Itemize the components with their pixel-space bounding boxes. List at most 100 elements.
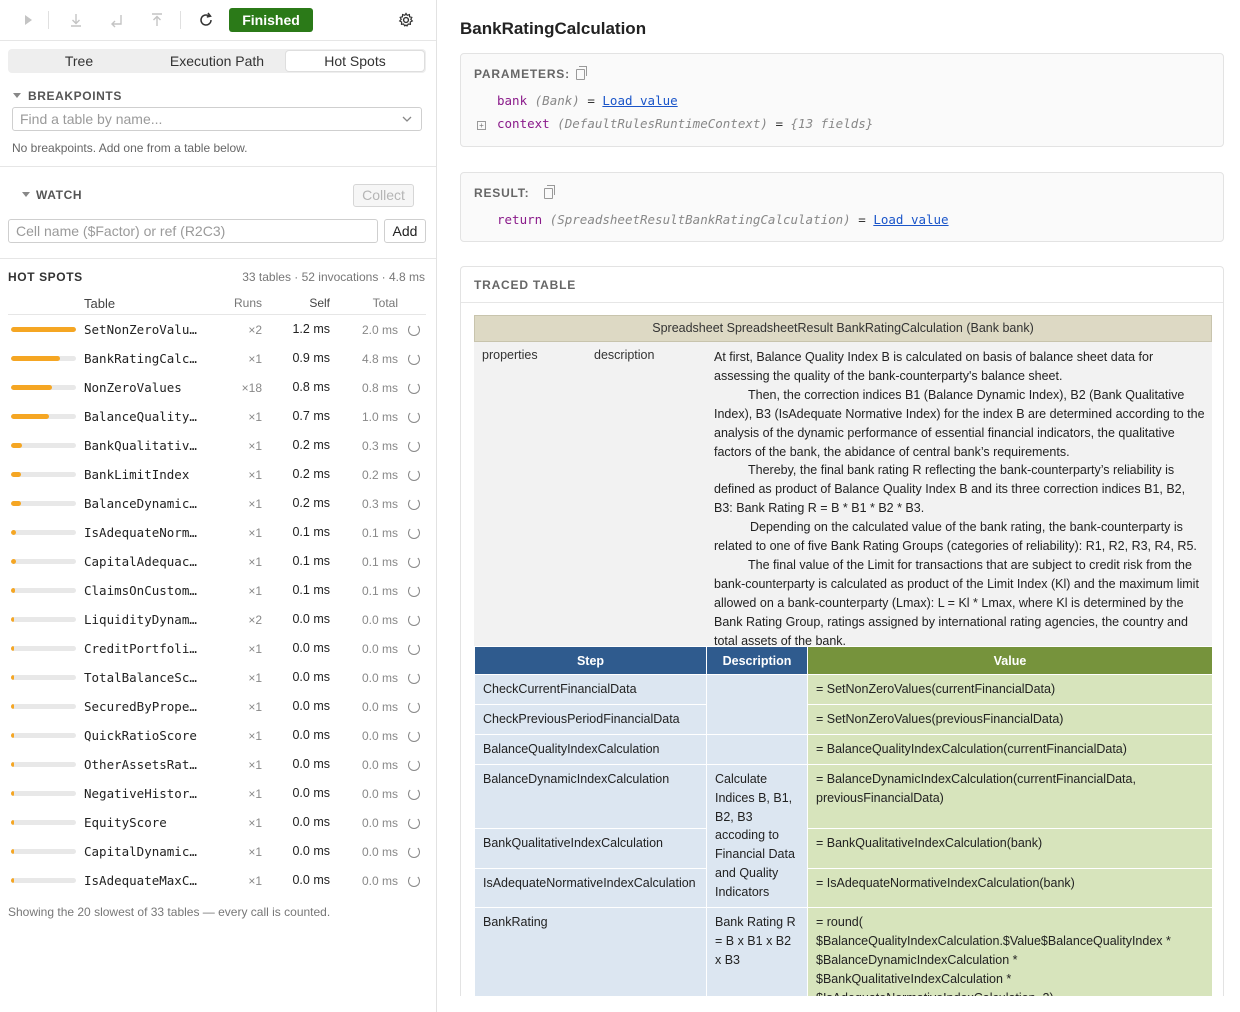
table-row[interactable]: QuickRatioScore ×1 0.0 ms 0.0 ms (0, 721, 436, 750)
rerun-icon[interactable] (408, 498, 420, 510)
value-cell[interactable]: = BalanceDynamicIndexCalculation(current… (807, 763, 1213, 830)
rerun-icon[interactable] (408, 556, 420, 568)
rerun-icon[interactable] (408, 469, 420, 481)
tab-tree[interactable]: Tree (10, 51, 148, 71)
table-name: NegativeHistoryScore (84, 786, 202, 801)
table-row[interactable]: TotalBalanceScore ×1 0.0 ms 0.0 ms (0, 663, 436, 692)
table-row[interactable]: IsAdequateMaxCreditScore ×1 0.0 ms 0.0 ms (0, 866, 436, 895)
watch-input[interactable]: Cell name ($Factor) or ref (R2C3) (8, 219, 378, 243)
steps-table: Step Description Value CheckCurrentFinan… (474, 646, 1213, 996)
table-row[interactable]: NegativeHistoryScore ×1 0.0 ms 0.0 ms (0, 779, 436, 808)
column-header-total[interactable]: Total (346, 296, 398, 310)
self-time: 0.1 ms (292, 583, 330, 597)
step-cell[interactable]: CheckPreviousPeriodFinancialData (474, 703, 707, 735)
collapse-breakpoints-icon[interactable] (13, 93, 21, 98)
rerun-icon[interactable] (408, 382, 420, 394)
table-row[interactable]: NonZeroValues ×18 0.8 ms 0.8 ms (0, 373, 436, 402)
load-value-link[interactable]: Load value (873, 212, 948, 227)
table-name: QuickRatioScore (84, 728, 197, 743)
step-over-icon[interactable] (107, 10, 127, 30)
time-bar-fill (11, 646, 14, 651)
step-cell[interactable]: BankRating (474, 907, 707, 996)
rerun-icon[interactable] (408, 817, 420, 829)
value-cell[interactable]: = IsAdequateNormativeIndexCalculation(ba… (807, 867, 1213, 909)
value-cell[interactable]: = BankQualitativeIndexCalculation(bank) (807, 828, 1213, 869)
load-value-link[interactable]: Load value (602, 93, 677, 108)
breakpoints-empty-text: No breakpoints. Add one from a table bel… (12, 141, 248, 155)
table-row: BalanceDynamicIndexCalculation Calculate… (474, 763, 1213, 909)
rerun-icon[interactable] (408, 324, 420, 336)
collapse-watch-icon[interactable] (22, 192, 30, 197)
rerun-icon[interactable] (408, 411, 420, 423)
run-count: ×1 (248, 671, 262, 685)
rerun-icon[interactable] (408, 701, 420, 713)
restart-icon[interactable] (196, 10, 216, 30)
column-header-table[interactable]: Table (84, 296, 115, 311)
table-row[interactable]: IsAdequateNormativeIndexCalculation ×1 0.1… (0, 518, 436, 547)
table-row[interactable]: CapitalDynamicScore ×1 0.0 ms 0.0 ms (0, 837, 436, 866)
rerun-icon[interactable] (408, 353, 420, 365)
resume-icon[interactable] (18, 10, 38, 30)
rerun-icon[interactable] (408, 585, 420, 597)
rerun-icon[interactable] (408, 527, 420, 539)
value-cell[interactable]: = SetNonZeroValues(previousFinancialData… (807, 703, 1213, 735)
add-watch-button[interactable]: Add (384, 219, 426, 243)
table-row[interactable]: CreditPortfolioScore ×1 0.0 ms 0.0 ms (0, 634, 436, 663)
table-row[interactable]: SetNonZeroValues ×2 1.2 ms 2.0 ms (0, 315, 436, 344)
table-row: BankQualitativeIndexCalculation = BankQu… (474, 828, 1213, 869)
collect-button[interactable]: Collect (353, 184, 414, 207)
value-cell[interactable]: = round( $BalanceQualityIndexCalculation… (807, 907, 1213, 996)
rerun-icon[interactable] (408, 643, 420, 655)
step-into-icon[interactable] (66, 10, 86, 30)
copy-icon[interactable] (576, 66, 587, 80)
description-paragraph: Thereby, the final bank rating R reflect… (714, 463, 1186, 516)
table-row[interactable]: SecuredByPropertyScore ×1 0.0 ms 0.0 ms (0, 692, 436, 721)
rerun-icon[interactable] (408, 672, 420, 684)
step-out-icon[interactable] (147, 10, 167, 30)
table-row[interactable]: CapitalAdequacyScore ×1 0.1 ms 0.1 ms (0, 547, 436, 576)
column-header-self[interactable]: Self (300, 296, 330, 310)
rerun-icon[interactable] (408, 846, 420, 858)
step-cell[interactable]: BalanceQualityIndexCalculation (474, 733, 707, 765)
self-time: 1.2 ms (292, 322, 330, 336)
step-cell[interactable]: BalanceDynamicIndexCalculation (474, 763, 707, 830)
table-row[interactable]: LiquidityDynamicScore ×2 0.0 ms 0.0 ms (0, 605, 436, 634)
time-bar-fill (11, 733, 14, 738)
rerun-icon[interactable] (408, 875, 420, 887)
step-cell[interactable]: IsAdequateNormativeIndexCalculation (474, 867, 707, 909)
breakpoint-search-input[interactable]: Find a table by name... (12, 107, 422, 131)
expand-icon[interactable]: + (477, 121, 486, 130)
table-row[interactable]: EquityScore ×1 0.0 ms 0.0 ms (0, 808, 436, 837)
rerun-icon[interactable] (408, 788, 420, 800)
rerun-icon[interactable] (408, 730, 420, 742)
value-cell[interactable]: = SetNonZeroValues(currentFinancialData) (807, 674, 1213, 705)
value-cell[interactable]: = BalanceQualityIndexCalculation(current… (807, 733, 1213, 765)
total-time: 0.1 ms (361, 526, 398, 540)
table-row[interactable]: BankQualitativeIndexCalculation ×1 0.2 ms 0… (0, 431, 436, 460)
copy-icon[interactable] (544, 185, 555, 199)
description-cell: Calculate Indices B, B1, B2, B3 accoding… (706, 763, 808, 909)
table-row[interactable]: BalanceQualityIndexCalculation ×1 0.7 ms 1.… (0, 402, 436, 431)
table-name: NonZeroValues (84, 380, 182, 395)
rerun-icon[interactable] (408, 440, 420, 452)
step-cell[interactable]: BankQualitativeIndexCalculation (474, 828, 707, 869)
table-name: BalanceDynamicIndexCalculation (84, 496, 202, 511)
self-time: 0.0 ms (292, 699, 330, 713)
param-value: {13 fields} (790, 116, 874, 131)
rerun-icon[interactable] (408, 759, 420, 771)
chevron-down-icon[interactable] (401, 108, 413, 136)
step-cell[interactable]: CheckCurrentFinancialData (474, 674, 707, 705)
gear-icon[interactable] (396, 10, 416, 30)
table-row[interactable]: BankRatingCalculation ×1 0.9 ms 4.8 ms (0, 344, 436, 373)
table-row[interactable]: BankLimitIndex ×1 0.2 ms 0.2 ms (0, 460, 436, 489)
table-row[interactable]: OtherAssetsRatioScore ×1 0.0 ms 0.0 ms (0, 750, 436, 779)
column-header-description: Description (706, 646, 808, 675)
tab-hot-spots[interactable]: Hot Spots (286, 51, 424, 71)
time-bar (11, 356, 76, 361)
tab-execution-path[interactable]: Execution Path (148, 51, 286, 71)
rerun-icon[interactable] (408, 614, 420, 626)
table-name: CreditPortfolioScore (84, 641, 202, 656)
column-header-runs[interactable]: Runs (224, 296, 262, 310)
table-row[interactable]: ClaimsOnCustomersScore ×1 0.1 ms 0.1 ms (0, 576, 436, 605)
table-row[interactable]: BalanceDynamicIndexCalculation ×1 0.2 ms 0.… (0, 489, 436, 518)
